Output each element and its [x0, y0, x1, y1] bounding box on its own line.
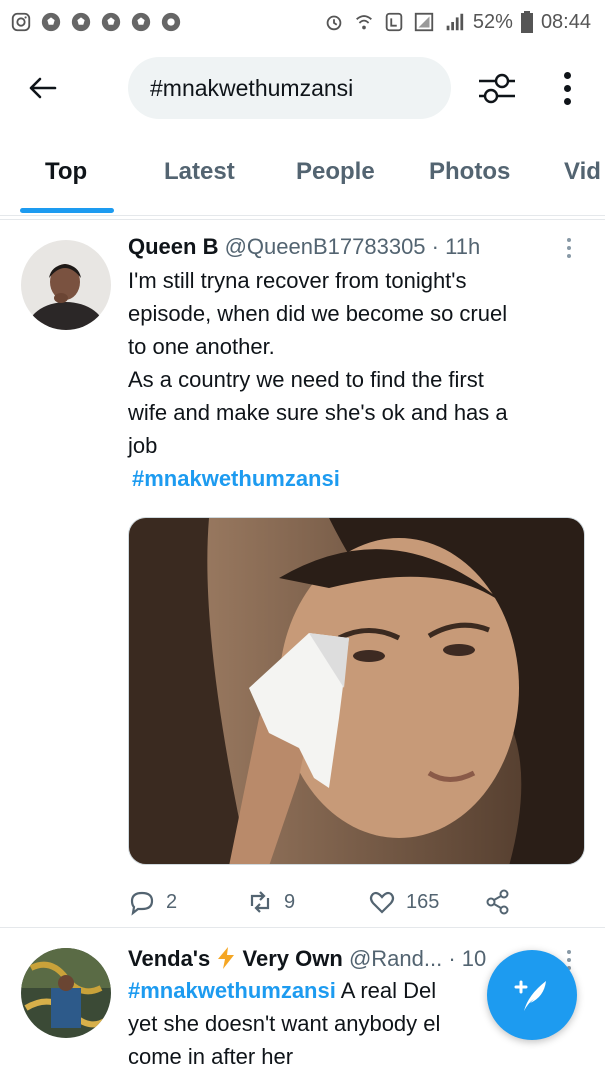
wifi-call-icon: [353, 11, 375, 33]
vertical-dots-icon: [563, 71, 571, 79]
divider: [0, 927, 605, 928]
alarm-icon: [323, 11, 345, 33]
soccer-ball-icon: [70, 11, 92, 33]
tweet-image[interactable]: [128, 517, 585, 865]
compose-tweet-button[interactable]: [487, 950, 577, 1040]
reply-count: 2: [166, 890, 178, 913]
sliders-icon: [479, 73, 515, 104]
hashtag-link[interactable]: #mnakwethumzansi: [128, 462, 587, 495]
retweet-count: 9: [284, 890, 296, 913]
tab-people[interactable]: People: [296, 158, 375, 186]
retweet-icon: [250, 891, 270, 913]
share-icon: [486, 889, 509, 915]
tweet-line: As a country we need to find the first: [128, 367, 484, 392]
soccer-ball-icon: [100, 11, 122, 33]
tweet-menu-button[interactable]: [565, 238, 573, 258]
tab-videos[interactable]: Vid: [564, 158, 601, 186]
more-options-button[interactable]: [552, 66, 582, 110]
compose-feather-plus-icon: [514, 980, 546, 1011]
battery-icon: [520, 11, 533, 33]
status-bar: 52% 08:44: [0, 0, 605, 44]
tweet-time: · 11h: [431, 234, 481, 259]
tweet[interactable]: Queen B @QueenB17783305 · 11h I'm still …: [0, 222, 605, 927]
tab-photos[interactable]: Photos: [429, 158, 510, 186]
chrome-icon: [160, 11, 182, 33]
status-left-icons: [10, 11, 182, 33]
avatar[interactable]: [21, 948, 111, 1038]
like-button[interactable]: 165: [368, 888, 439, 916]
reply-button[interactable]: 2: [128, 888, 177, 916]
search-settings-button[interactable]: [475, 70, 519, 106]
tweet-line: come in after her: [128, 1044, 294, 1069]
search-tabs: Top Latest People Photos Vid: [0, 140, 605, 216]
author-name[interactable]: Venda's: [128, 946, 210, 971]
signal-icon: [413, 11, 435, 33]
author-name[interactable]: Queen B: [128, 234, 218, 259]
divider: [0, 219, 605, 220]
like-count: 165: [406, 890, 440, 913]
tweet-text: I'm still tryna recover from tonight's e…: [128, 264, 587, 495]
soccer-ball-icon: [40, 11, 62, 33]
vertical-dots-icon: [567, 238, 571, 242]
instagram-icon: [10, 11, 32, 33]
tweet-line: A real Del: [340, 978, 437, 1003]
tweet-line: I'm still tryna recover from tonight's: [128, 268, 467, 293]
retweet-button[interactable]: 9: [246, 888, 295, 916]
tweet-line: episode, when did we become so cruel: [128, 301, 508, 326]
tab-top[interactable]: Top: [45, 158, 87, 186]
author-name-rest[interactable]: Very Own: [243, 946, 343, 971]
tweet-line: wife and make sure she's ok and has a: [128, 400, 508, 425]
tweet-line: job: [128, 433, 158, 458]
tweet-header: Queen B @QueenB17783305 · 11h: [128, 232, 587, 262]
tweet-time: · 10: [448, 946, 487, 971]
lightning-icon: [216, 947, 236, 969]
author-handle[interactable]: @Rand...: [349, 946, 442, 971]
volte-icon: [383, 11, 405, 33]
tweet-content: Queen B @QueenB17783305 · 11h I'm still …: [128, 232, 587, 495]
active-tab-indicator: [20, 208, 114, 213]
signal-bars-icon: [443, 11, 465, 33]
author-handle[interactable]: @QueenB17783305: [225, 234, 426, 259]
heart-icon: [369, 891, 395, 914]
tweet-actions: 2 9 165: [128, 888, 528, 920]
battery-percent: 52%: [472, 10, 513, 33]
arrow-left-icon: [29, 77, 57, 99]
search-query: #mnakwethumzansi: [150, 74, 354, 101]
search-header: #mnakwethumzansi: [0, 52, 605, 124]
share-button[interactable]: [484, 888, 512, 916]
back-button[interactable]: [22, 72, 62, 104]
tab-latest[interactable]: Latest: [164, 158, 235, 186]
avatar[interactable]: [21, 240, 111, 330]
vertical-dots-icon: [567, 950, 571, 954]
soccer-ball-icon: [130, 11, 152, 33]
reply-icon: [130, 891, 154, 916]
hashtag-link[interactable]: #mnakwethumzansi: [128, 978, 336, 1003]
search-input[interactable]: #mnakwethumzansi: [128, 57, 451, 119]
clock: 08:44: [540, 10, 591, 33]
tweet-line: to one another.: [128, 334, 275, 359]
status-right: 52% 08:44: [323, 11, 591, 34]
